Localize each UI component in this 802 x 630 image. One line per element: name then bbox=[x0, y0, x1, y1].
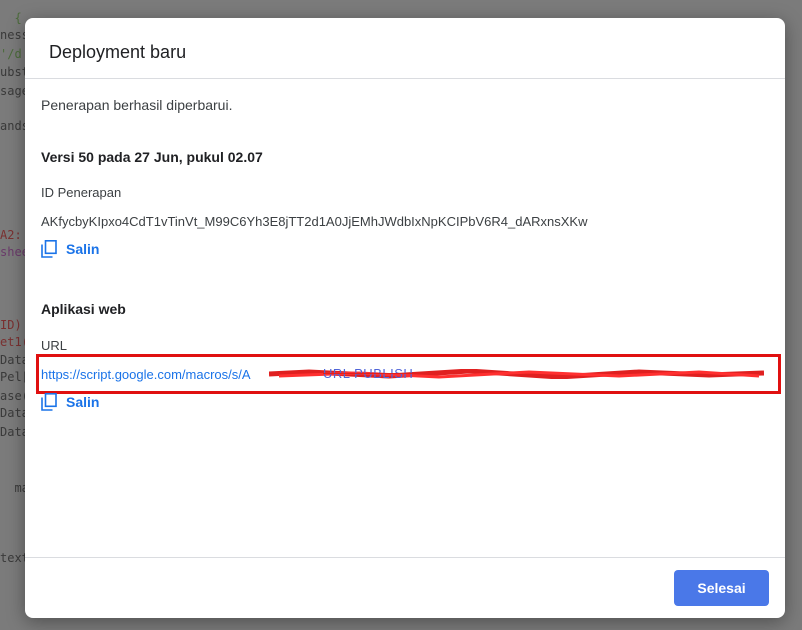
done-button[interactable]: Selesai bbox=[674, 570, 769, 606]
deployment-id-label: ID Penerapan bbox=[41, 185, 122, 200]
header-divider bbox=[25, 78, 785, 79]
copy-deployment-id-button[interactable]: Salin bbox=[41, 240, 99, 258]
success-message: Penerapan berhasil diperbarui. bbox=[41, 97, 233, 113]
deployment-dialog: Deployment baru Penerapan berhasil diper… bbox=[25, 18, 785, 618]
copy-label: Salin bbox=[66, 241, 100, 257]
deployment-id-value: AKfycbyKIpxo4CdT1vTinVt_M99C6Yh3E8jTT2d1… bbox=[41, 214, 588, 229]
url-highlight-box bbox=[36, 354, 781, 394]
copy-icon bbox=[41, 393, 57, 411]
dialog-title: Deployment baru bbox=[49, 42, 187, 62]
copy-label: Salin bbox=[66, 394, 100, 410]
copy-url-button[interactable]: Salin bbox=[41, 393, 99, 411]
copy-icon bbox=[41, 240, 57, 258]
background-code-line: ID) bbox=[0, 318, 22, 332]
footer-divider bbox=[25, 557, 785, 558]
background-code-line: '/d bbox=[0, 47, 22, 61]
url-label: URL bbox=[41, 338, 68, 353]
web-app-section-title: Aplikasi web bbox=[41, 301, 126, 317]
version-info: Versi 50 pada 27 Jun, pukul 02.07 bbox=[41, 149, 263, 165]
background-code-line: A2: bbox=[0, 228, 22, 242]
